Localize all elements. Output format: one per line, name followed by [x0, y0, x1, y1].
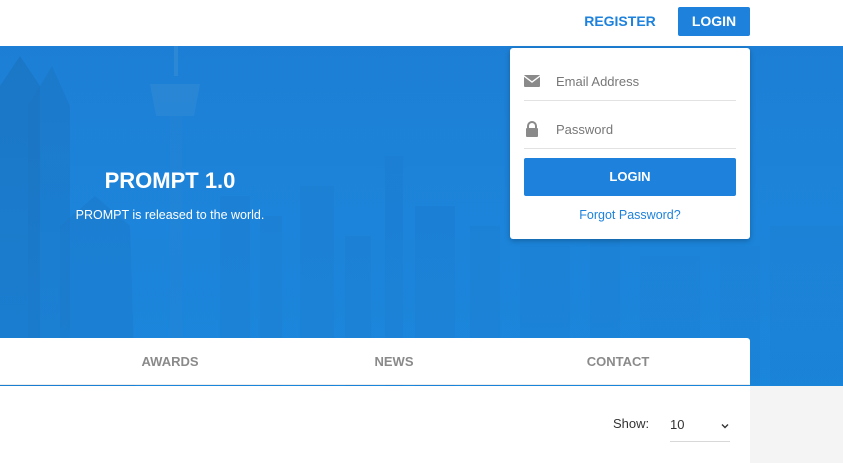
section-tabs: AWARDS NEWS CONTACT [0, 338, 750, 385]
content-panel: Show: 10 [0, 386, 750, 463]
show-count-value: 10 [670, 417, 685, 432]
forgot-password-link[interactable]: Forgot Password? [524, 208, 736, 222]
hero-title: PROMPT 1.0 [104, 168, 236, 193]
hero-subtitle: PROMPT is released to the world. [75, 208, 265, 222]
email-input[interactable] [556, 69, 732, 93]
tab-awards[interactable]: AWARDS [120, 338, 220, 385]
tab-news[interactable]: NEWS [344, 338, 444, 385]
password-input[interactable] [556, 117, 732, 141]
register-link[interactable]: REGISTER [578, 7, 662, 35]
login-card: LOGIN Forgot Password? [510, 48, 750, 239]
chevron-down-icon [721, 424, 729, 429]
email-field [524, 61, 736, 101]
envelope-icon [524, 75, 540, 87]
show-label: Show: [613, 416, 650, 431]
login-nav-button[interactable]: LOGIN [678, 7, 750, 36]
tab-contact[interactable]: CONTACT [568, 338, 668, 385]
lock-icon [526, 121, 538, 137]
show-count-select[interactable]: 10 [670, 410, 730, 442]
top-navigation-bar: REGISTER LOGIN [0, 0, 843, 46]
login-submit-button[interactable]: LOGIN [524, 158, 736, 196]
password-field [524, 109, 736, 149]
